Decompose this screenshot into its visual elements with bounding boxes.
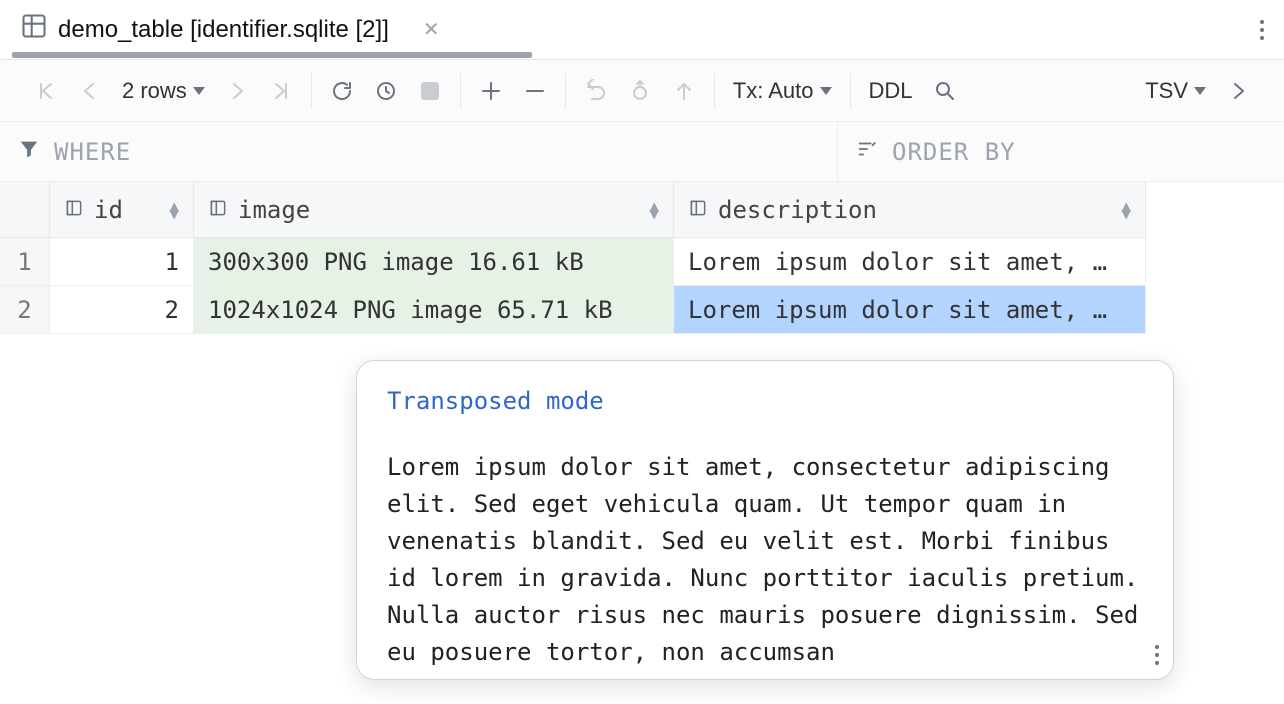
row-count-dropdown[interactable]: 2 rows [114, 78, 213, 104]
table-icon [20, 12, 48, 47]
tab-active-indicator [12, 52, 532, 58]
cell-image[interactable]: 1024x1024 PNG image 65.71 kB [194, 286, 674, 334]
next-page-button[interactable] [217, 71, 257, 111]
add-row-button[interactable] [471, 71, 511, 111]
row-number[interactable]: 1 [0, 238, 50, 286]
chevron-down-icon [1194, 87, 1206, 95]
row-count-label: 2 rows [122, 78, 187, 104]
sort-indicator-icon: ▲▼ [169, 202, 179, 218]
stop-button[interactable] [410, 71, 450, 111]
popup-body: Lorem ipsum dolor sit amet, consectetur … [387, 449, 1143, 671]
cell-description[interactable]: Lorem ipsum dolor sit amet, … [674, 238, 1146, 286]
orderby-label: ORDER BY [892, 138, 1016, 166]
separator [565, 73, 566, 109]
data-grid: id ▲▼ image ▲▼ description ▲▼ 1 1 300x30… [0, 182, 1284, 334]
separator [460, 73, 461, 109]
tab-bar: demo_table [identifier.sqlite [2]] ✕ [0, 0, 1284, 60]
column-icon [688, 196, 708, 224]
tx-mode-label: Tx: Auto [733, 78, 814, 104]
commit-button[interactable] [620, 71, 660, 111]
revert-button[interactable] [576, 71, 616, 111]
tab-overflow-button[interactable] [1252, 12, 1272, 48]
tx-mode-dropdown[interactable]: Tx: Auto [725, 78, 840, 104]
tab-title: demo_table [identifier.sqlite [2]] [58, 16, 389, 44]
kebab-icon [1260, 20, 1264, 40]
editor-tab[interactable]: demo_table [identifier.sqlite [2]] ✕ [12, 2, 448, 57]
sort-indicator-icon: ▲▼ [649, 202, 659, 218]
rownum-header[interactable] [0, 182, 50, 238]
separator [714, 73, 715, 109]
toolbar: 2 rows Tx: Auto DDL TSV [0, 60, 1284, 122]
cell-description[interactable]: Lorem ipsum dolor sit amet, … [674, 286, 1146, 334]
export-format-dropdown[interactable]: TSV [1137, 78, 1214, 104]
more-button[interactable] [1218, 71, 1258, 111]
cell-id[interactable]: 1 [50, 238, 194, 286]
filter-icon [18, 138, 40, 165]
reload-button[interactable] [322, 71, 362, 111]
auto-reload-button[interactable] [366, 71, 406, 111]
column-header-description[interactable]: description ▲▼ [674, 182, 1146, 238]
kebab-icon [1155, 645, 1159, 665]
last-page-button[interactable] [261, 71, 301, 111]
delete-row-button[interactable] [515, 71, 555, 111]
popup-menu-button[interactable] [1155, 645, 1159, 665]
cell-image[interactable]: 300x300 PNG image 16.61 kB [194, 238, 674, 286]
close-icon[interactable]: ✕ [423, 17, 440, 42]
column-icon [64, 196, 84, 224]
chevron-down-icon [193, 87, 205, 95]
sort-icon [856, 138, 878, 165]
separator [311, 73, 312, 109]
stop-icon [421, 82, 439, 100]
cell-id[interactable]: 2 [50, 286, 194, 334]
column-header-id[interactable]: id ▲▼ [50, 182, 194, 238]
prev-page-button[interactable] [70, 71, 110, 111]
export-format-label: TSV [1145, 78, 1188, 104]
where-label: WHERE [54, 138, 131, 166]
search-button[interactable] [925, 71, 965, 111]
first-page-button[interactable] [26, 71, 66, 111]
separator [850, 73, 851, 109]
quick-doc-popup: Transposed mode Lorem ipsum dolor sit am… [356, 360, 1174, 680]
column-name: id [94, 196, 123, 224]
submit-button[interactable] [664, 71, 704, 111]
column-name: image [238, 196, 310, 224]
where-filter[interactable]: WHERE [0, 122, 838, 181]
column-name: description [718, 196, 877, 224]
ddl-label: DDL [869, 78, 913, 104]
orderby-filter[interactable]: ORDER BY [838, 122, 1284, 181]
column-header-image[interactable]: image ▲▼ [194, 182, 674, 238]
filter-bar: WHERE ORDER BY [0, 122, 1284, 182]
popup-title-link[interactable]: Transposed mode [387, 387, 1143, 415]
ddl-button[interactable]: DDL [861, 78, 921, 104]
column-icon [208, 196, 228, 224]
sort-indicator-icon: ▲▼ [1121, 202, 1131, 218]
chevron-down-icon [820, 87, 832, 95]
row-number[interactable]: 2 [0, 286, 50, 334]
